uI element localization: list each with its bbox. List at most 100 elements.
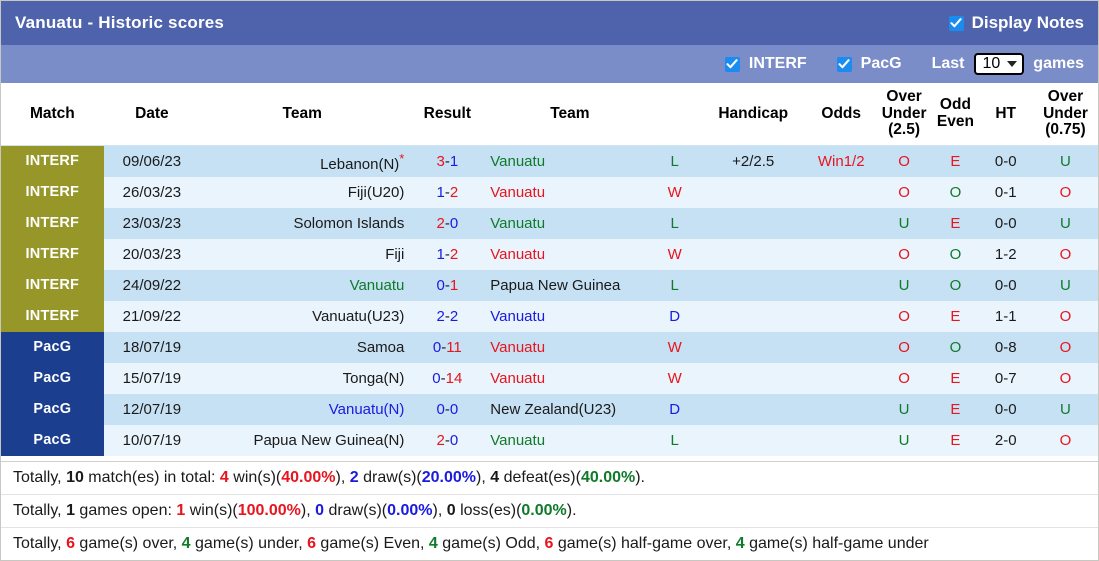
away-team-name: New Zealand(U23) — [490, 401, 617, 419]
cell-home-team[interactable]: Tonga(N) — [200, 363, 405, 395]
away-team-name: Papua New Guinea — [490, 277, 621, 295]
col-header-odd-even[interactable]: Odd Even — [932, 83, 979, 147]
odd-even-value: E — [950, 432, 961, 450]
over-under-25-value: U — [898, 432, 910, 450]
cell-match-type: PacG — [1, 394, 104, 426]
historic-scores-panel: Vanuatu - Historic scores Display Notes … — [0, 0, 1099, 561]
cell-outcome: W — [649, 363, 700, 395]
cell-handicap — [699, 363, 807, 395]
cell-odd-even: E — [932, 363, 979, 395]
s3-even: 6 — [307, 535, 316, 553]
s3-over: 6 — [66, 535, 75, 553]
s3-t5: game(s) half-game over, — [553, 535, 736, 553]
cell-over-under-25: O — [875, 332, 933, 364]
pacg-checkbox[interactable] — [836, 56, 852, 72]
cell-date: 10/07/19 — [103, 425, 201, 457]
over-under-075-value: O — [1059, 339, 1072, 357]
cell-date: 24/09/22 — [103, 270, 201, 302]
cell-away-team[interactable]: Vanuatu — [490, 177, 650, 209]
half-time-score: 0-7 — [994, 370, 1017, 388]
home-team-name: Vanuatu — [349, 277, 405, 295]
table-row[interactable]: PacG 10/07/19 Papua New Guinea(N) 2-0 Vanuat… — [1, 425, 1098, 457]
cell-home-team[interactable]: Vanuatu — [200, 270, 405, 302]
col-header-away-team[interactable]: Team — [490, 83, 650, 147]
away-team-name: Vanuatu — [490, 246, 546, 264]
cell-odds — [806, 301, 876, 333]
match-type-badge: PacG — [1, 332, 104, 364]
date-text: 12/07/19 — [122, 401, 182, 419]
cell-away-team[interactable]: Vanuatu — [490, 363, 650, 395]
col-header-date[interactable]: Date — [103, 83, 201, 147]
s1-draws: 2 — [349, 469, 359, 487]
half-time-score: 2-0 — [994, 432, 1017, 450]
over-under-075-value: O — [1059, 370, 1072, 388]
away-team-name: Vanuatu — [490, 370, 546, 388]
cell-away-team[interactable]: New Zealand(U23) — [490, 394, 650, 426]
cell-result: 2-2 — [404, 301, 491, 333]
score-away: 2 — [449, 246, 459, 264]
over-under-25-value: O — [898, 308, 910, 326]
last-games-select[interactable]: 10 — [973, 53, 1025, 75]
col-header-over-under-075[interactable]: Over Under (0.75) — [1032, 83, 1098, 147]
table-row[interactable]: INTERF 21/09/22 Vanuatu(U23) 2-2 Vanuatu D O E 1… — [1, 301, 1098, 333]
cell-match-type: INTERF — [1, 145, 104, 178]
cell-result: 0-11 — [404, 332, 491, 364]
cell-home-team[interactable]: Samoa — [200, 332, 405, 364]
cell-home-team[interactable]: Lebanon(N)* — [200, 145, 405, 178]
table-row[interactable]: INTERF 09/06/23 Lebanon(N)* 3-1 Vanuatu L +2/2… — [1, 145, 1098, 178]
over-under-25-value: O — [898, 370, 910, 388]
table-row[interactable]: INTERF 24/09/22 Vanuatu 0-1 Papua New Guinea… — [1, 270, 1098, 302]
table-row[interactable]: INTERF 26/03/23 Fiji(U20) 1-2 Vanuatu W O O 0-1 O — [1, 177, 1098, 209]
col-header-home-team[interactable]: Team — [200, 83, 405, 147]
cell-away-team[interactable]: Vanuatu — [490, 239, 650, 271]
table-row[interactable]: INTERF 20/03/23 Fiji 1-2 Vanuatu W O O 1-2 O — [1, 239, 1098, 271]
cell-away-team[interactable]: Papua New Guinea — [490, 270, 650, 302]
s2-losses: 0 — [446, 502, 456, 520]
interf-checkbox[interactable] — [724, 56, 740, 72]
cell-away-team[interactable]: Vanuatu — [490, 301, 650, 333]
outcome-letter: D — [669, 401, 681, 419]
cell-home-team[interactable]: Papua New Guinea(N) — [200, 425, 405, 457]
home-team-name: Papua New Guinea(N) — [253, 432, 405, 450]
outcome-letter: L — [670, 432, 679, 450]
col-header-odds[interactable]: Odds — [806, 83, 876, 147]
date-text: 21/09/22 — [122, 308, 182, 326]
col-header-handicap[interactable]: Handicap — [699, 83, 807, 147]
display-notes-checkbox[interactable] — [948, 15, 964, 31]
col-header-result[interactable]: Result — [404, 83, 491, 147]
cell-home-team[interactable]: Vanuatu(U23) — [200, 301, 405, 333]
cell-result: 0-14 — [404, 363, 491, 395]
cell-odd-even: O — [932, 270, 979, 302]
date-text: 10/07/19 — [122, 432, 182, 450]
cell-home-team[interactable]: Solomon Islands — [200, 208, 405, 240]
home-team-name: Fiji(U20) — [347, 184, 405, 202]
col-header-match[interactable]: Match — [1, 83, 104, 147]
home-team-name: Lebanon(N) — [320, 155, 400, 173]
cell-over-under-075: U — [1032, 270, 1098, 302]
display-notes-label: Display Notes — [971, 13, 1084, 32]
cell-outcome: D — [649, 301, 700, 333]
outcome-letter: L — [670, 277, 679, 295]
cell-home-team[interactable]: Fiji(U20) — [200, 177, 405, 209]
col-header-ht[interactable]: HT — [978, 83, 1033, 147]
cell-away-team[interactable]: Vanuatu — [490, 145, 650, 178]
table-row[interactable]: PacG 18/07/19 Samoa 0-11 Vanuatu W O O 0-8 O — [1, 332, 1098, 364]
cell-away-team[interactable]: Vanuatu — [490, 208, 650, 240]
cell-half-time: 0-0 — [978, 270, 1033, 302]
table-row[interactable]: PacG 12/07/19 Vanuatu(N) 0-0 New Zealand(U23… — [1, 394, 1098, 426]
match-type-badge: INTERF — [1, 208, 104, 240]
cell-half-time: 0-7 — [978, 363, 1033, 395]
cell-away-team[interactable]: Vanuatu — [490, 332, 650, 364]
over-under-25-value: U — [898, 277, 910, 295]
s2-open: 1 — [66, 502, 75, 520]
ou25-line2: Under — [881, 104, 927, 122]
cell-home-team[interactable]: Vanuatu(N) — [200, 394, 405, 426]
score-home: 2 — [436, 432, 445, 450]
table-row[interactable]: PacG 15/07/19 Tonga(N) 0-14 Vanuatu W O E 0-7 O — [1, 363, 1098, 395]
cell-away-team[interactable]: Vanuatu — [490, 425, 650, 457]
cell-home-team[interactable]: Fiji — [200, 239, 405, 271]
away-team-name: Vanuatu — [490, 308, 546, 326]
col-header-over-under-25[interactable]: Over Under (2.5) — [875, 83, 933, 147]
home-team-name: Fiji — [385, 246, 405, 264]
table-row[interactable]: INTERF 23/03/23 Solomon Islands 2-0 Vanuatu L… — [1, 208, 1098, 240]
